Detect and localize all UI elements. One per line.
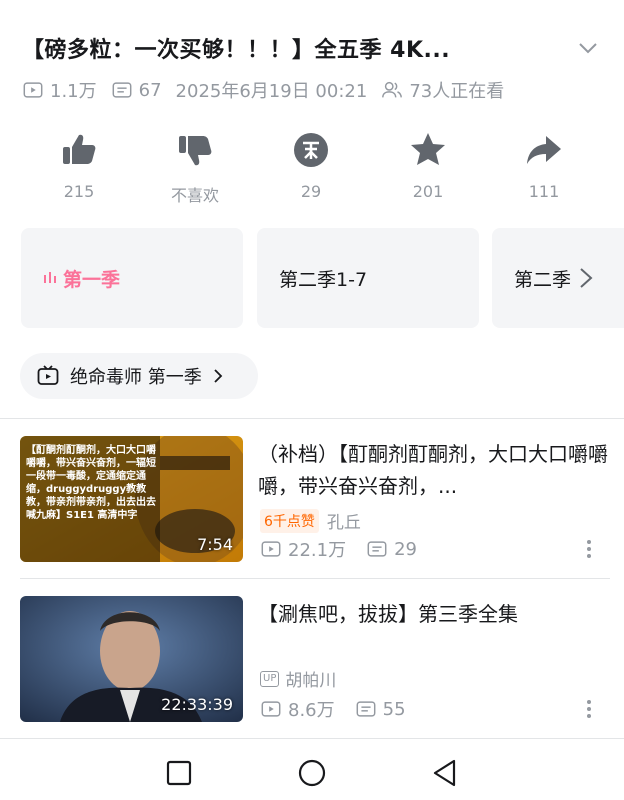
video-title: （补档）【酊酮剂酊酮剂，大口大口嚼嚼嚼，带兴奋兴奋剂，... [258, 442, 608, 498]
coin-button[interactable]: 29 [261, 130, 361, 201]
video-duration: 22:33:39 [161, 695, 233, 714]
recommended-video-2[interactable]: 22:33:39 【涮焦吧，拔拔】第三季全集 UP 胡帕川 8.6万 55 [20, 596, 610, 722]
author-name[interactable]: 胡帕川 [285, 666, 336, 691]
danmaku-count: 55 [382, 698, 406, 720]
more-options-icon[interactable] [578, 538, 600, 560]
thumb-up-icon [63, 134, 96, 164]
season-selector: 第一季 第二季1-7 第二季 [21, 228, 624, 328]
likes-badge: 6千点赞 [260, 508, 319, 533]
share-count: 111 [528, 182, 560, 201]
tv-icon [37, 365, 59, 385]
star-icon [411, 133, 445, 165]
up-tag: UP [260, 670, 280, 687]
danmaku-icon [367, 541, 387, 557]
video-thumbnail[interactable]: 【酊酮剂酊酮剂，大口大口嚼嚼嚼，带兴奋兴奋剂，一辐短一段带一毒酸，定通缩定通缩，… [20, 436, 243, 562]
home-icon[interactable] [297, 758, 327, 788]
play-count-icon [261, 541, 281, 557]
watching-count: 73人正在看 [409, 81, 505, 102]
video-title: 【涮焦吧，拔拔】第三季全集 [258, 602, 518, 626]
list-divider [20, 578, 610, 579]
view-count: 22.1万 [288, 540, 347, 561]
watching-icon [382, 81, 403, 98]
more-options-icon[interactable] [578, 698, 600, 720]
favorite-button[interactable]: 201 [378, 130, 478, 201]
season-tab-3[interactable]: 第二季 [492, 228, 624, 328]
favorite-count: 201 [412, 182, 444, 201]
recents-icon[interactable] [164, 758, 194, 788]
coin-icon [294, 133, 328, 167]
season-label: 第二季1-7 [279, 268, 368, 291]
thumb-down-icon [179, 136, 212, 166]
back-icon[interactable] [430, 758, 460, 788]
like-button[interactable]: 215 [29, 130, 129, 201]
system-nav-bar [0, 740, 624, 800]
navbar-divider [0, 738, 624, 739]
publish-date: 2025年6月19日 00:21 [175, 81, 368, 102]
season-tab-1[interactable]: 第一季 [21, 228, 243, 328]
danmaku-icon [112, 82, 132, 98]
dislike-button[interactable]: 不喜欢 [145, 130, 245, 206]
dislike-label: 不喜欢 [170, 186, 219, 205]
danmaku-count: 67 [138, 79, 162, 101]
recommended-video-1[interactable]: 【酊酮剂酊酮剂，大口大口嚼嚼嚼，带兴奋兴奋剂，一辐短一段带一毒酸，定通缩定通缩，… [20, 436, 610, 562]
season-label: 第二季 [514, 268, 572, 291]
view-count: 1.1万 [50, 81, 97, 102]
collection-link[interactable]: 绝命毒师 第一季 [20, 353, 258, 399]
thumbnail-caption: 【酊酮剂酊酮剂，大口大口嚼嚼嚼，带兴奋兴奋剂，一辐短一段带一毒酸，定通缩定通缩，… [26, 445, 156, 521]
video-duration: 7:54 [197, 535, 233, 554]
play-count-icon [261, 701, 281, 717]
season-tab-2[interactable]: 第二季1-7 [257, 228, 479, 328]
playing-bars-icon [44, 272, 56, 283]
chevron-right-icon [214, 369, 223, 383]
season-label: 第一季 [63, 268, 121, 291]
view-count: 8.6万 [288, 700, 335, 721]
share-icon [527, 136, 561, 164]
section-divider [0, 418, 624, 419]
video-thumbnail[interactable]: 22:33:39 [20, 596, 243, 722]
like-count: 215 [63, 182, 95, 201]
chevron-right-icon[interactable] [577, 267, 595, 289]
video-meta: 1.1万 67 2025年6月19日 00:21 73人正在看 [22, 76, 518, 104]
action-bar: 215 不喜欢 29 201 111 [0, 130, 624, 210]
video-title-row: 【磅多粒：一次买够！！！】全五季 4K... [22, 28, 612, 68]
author-name[interactable]: 孔丘 [327, 508, 361, 533]
danmaku-count: 29 [394, 538, 417, 560]
collection-label: 绝命毒师 第一季 [70, 367, 202, 388]
chevron-down-icon[interactable] [576, 36, 600, 60]
play-count-icon [23, 82, 43, 98]
video-title: 【磅多粒：一次买够！！！】全五季 4K... [22, 38, 451, 63]
share-button[interactable]: 111 [494, 130, 594, 201]
danmaku-icon [356, 701, 376, 717]
coin-count: 29 [300, 182, 322, 201]
